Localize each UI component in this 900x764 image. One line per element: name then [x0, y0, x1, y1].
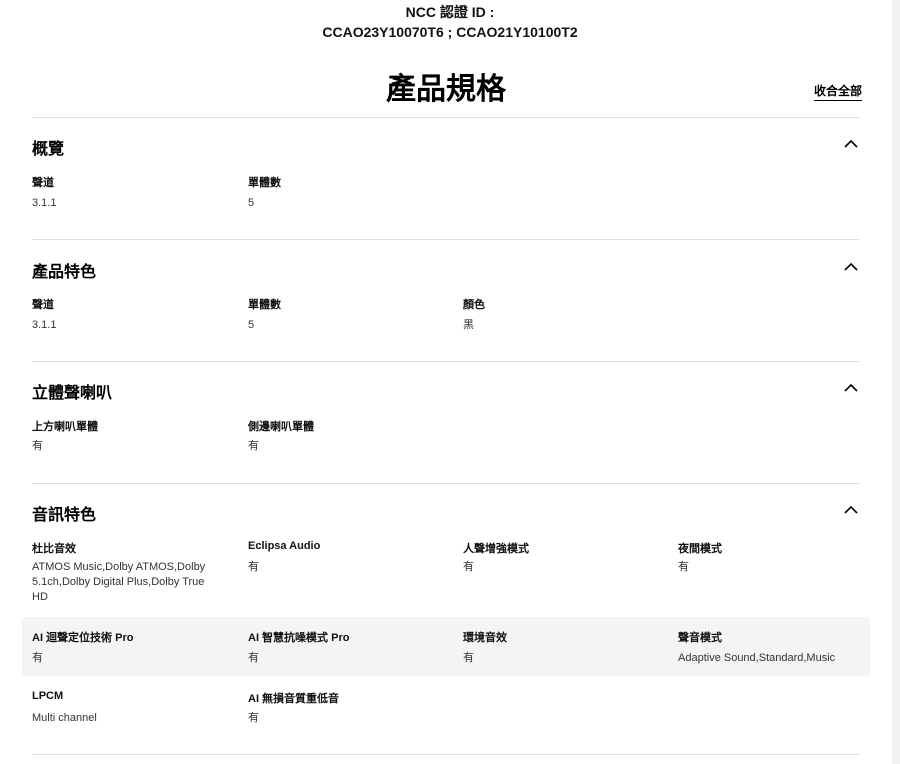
ncc-ids: CCAO23Y10070T6 ; CCAO21Y10100T2 — [322, 24, 578, 40]
spec-value: 有 — [248, 440, 259, 452]
chevron-up-icon[interactable] — [843, 259, 859, 275]
chevron-up-icon[interactable] — [843, 380, 859, 396]
spec-label: 聲音模式 — [678, 632, 722, 644]
spec-value: 有 — [463, 561, 474, 573]
spec-value: 有 — [678, 561, 689, 573]
spec-label: 夜間模式 — [678, 543, 722, 555]
spec-value: ATMOS Music,Dolby ATMOS,Dolby 5.1ch,Dolb… — [32, 561, 206, 603]
spec-label: Eclipsa Audio — [248, 540, 321, 552]
spec-value: 有 — [248, 652, 259, 664]
spec-label: AI 無損音質重低音 — [248, 693, 340, 705]
section-title-overview[interactable]: 概覽 — [32, 135, 64, 159]
section-title-features[interactable]: 產品特色 — [32, 258, 96, 282]
spec-label: LPCM — [32, 690, 64, 702]
section-divider — [32, 117, 859, 118]
spec-value: Multi channel — [32, 712, 97, 724]
section-divider — [32, 239, 859, 240]
section-title-audio[interactable]: 音訊特色 — [32, 501, 96, 525]
spec-value: 有 — [463, 652, 474, 664]
spec-value: 5 — [248, 197, 255, 209]
spec-label: 聲道 — [32, 177, 54, 189]
collapse-all-link[interactable]: 收合全部 — [814, 82, 863, 101]
spec-value: Adaptive Sound,Standard,Music — [678, 652, 836, 664]
ncc-label: NCC 認證 ID : — [405, 4, 495, 20]
chevron-up-icon[interactable] — [843, 136, 859, 152]
section-divider — [32, 361, 859, 362]
spec-label: 顏色 — [463, 299, 485, 311]
section-divider — [32, 754, 859, 755]
section-divider — [32, 483, 859, 484]
spec-label: AI 智慧抗噪模式 Pro — [248, 632, 350, 644]
scrollbar-track[interactable] — [892, 0, 900, 764]
page-title: 產品規格 — [386, 73, 506, 106]
spec-label: 單體數 — [248, 177, 281, 189]
spec-label: 人聲增強模式 — [463, 543, 529, 555]
spec-value: 有 — [248, 712, 259, 724]
spec-value: 有 — [32, 440, 43, 452]
spec-label: 聲道 — [32, 299, 54, 311]
chevron-up-icon[interactable] — [843, 502, 859, 518]
spec-label: 環境音效 — [463, 632, 507, 644]
spec-label: 單體數 — [248, 299, 281, 311]
spec-label: 上方喇叭單體 — [32, 421, 98, 433]
spec-value: 有 — [248, 561, 259, 573]
ncc-certification: NCC 認證 ID : CCAO23Y10070T6 ; CCAO21Y1010… — [0, 2, 900, 42]
hovered-row-background — [22, 617, 870, 676]
spec-value: 黑 — [463, 319, 474, 331]
spec-label: 杜比音效 — [32, 543, 76, 555]
spec-label: AI 迴聲定位技術 Pro — [32, 632, 134, 644]
section-title-speakers[interactable]: 立體聲喇叭 — [32, 379, 112, 403]
spec-value: 3.1.1 — [32, 319, 57, 331]
spec-value: 有 — [32, 652, 43, 664]
spec-value: 5 — [248, 319, 255, 331]
spec-label: 側邊喇叭單體 — [248, 421, 314, 433]
spec-value: 3.1.1 — [32, 197, 57, 209]
